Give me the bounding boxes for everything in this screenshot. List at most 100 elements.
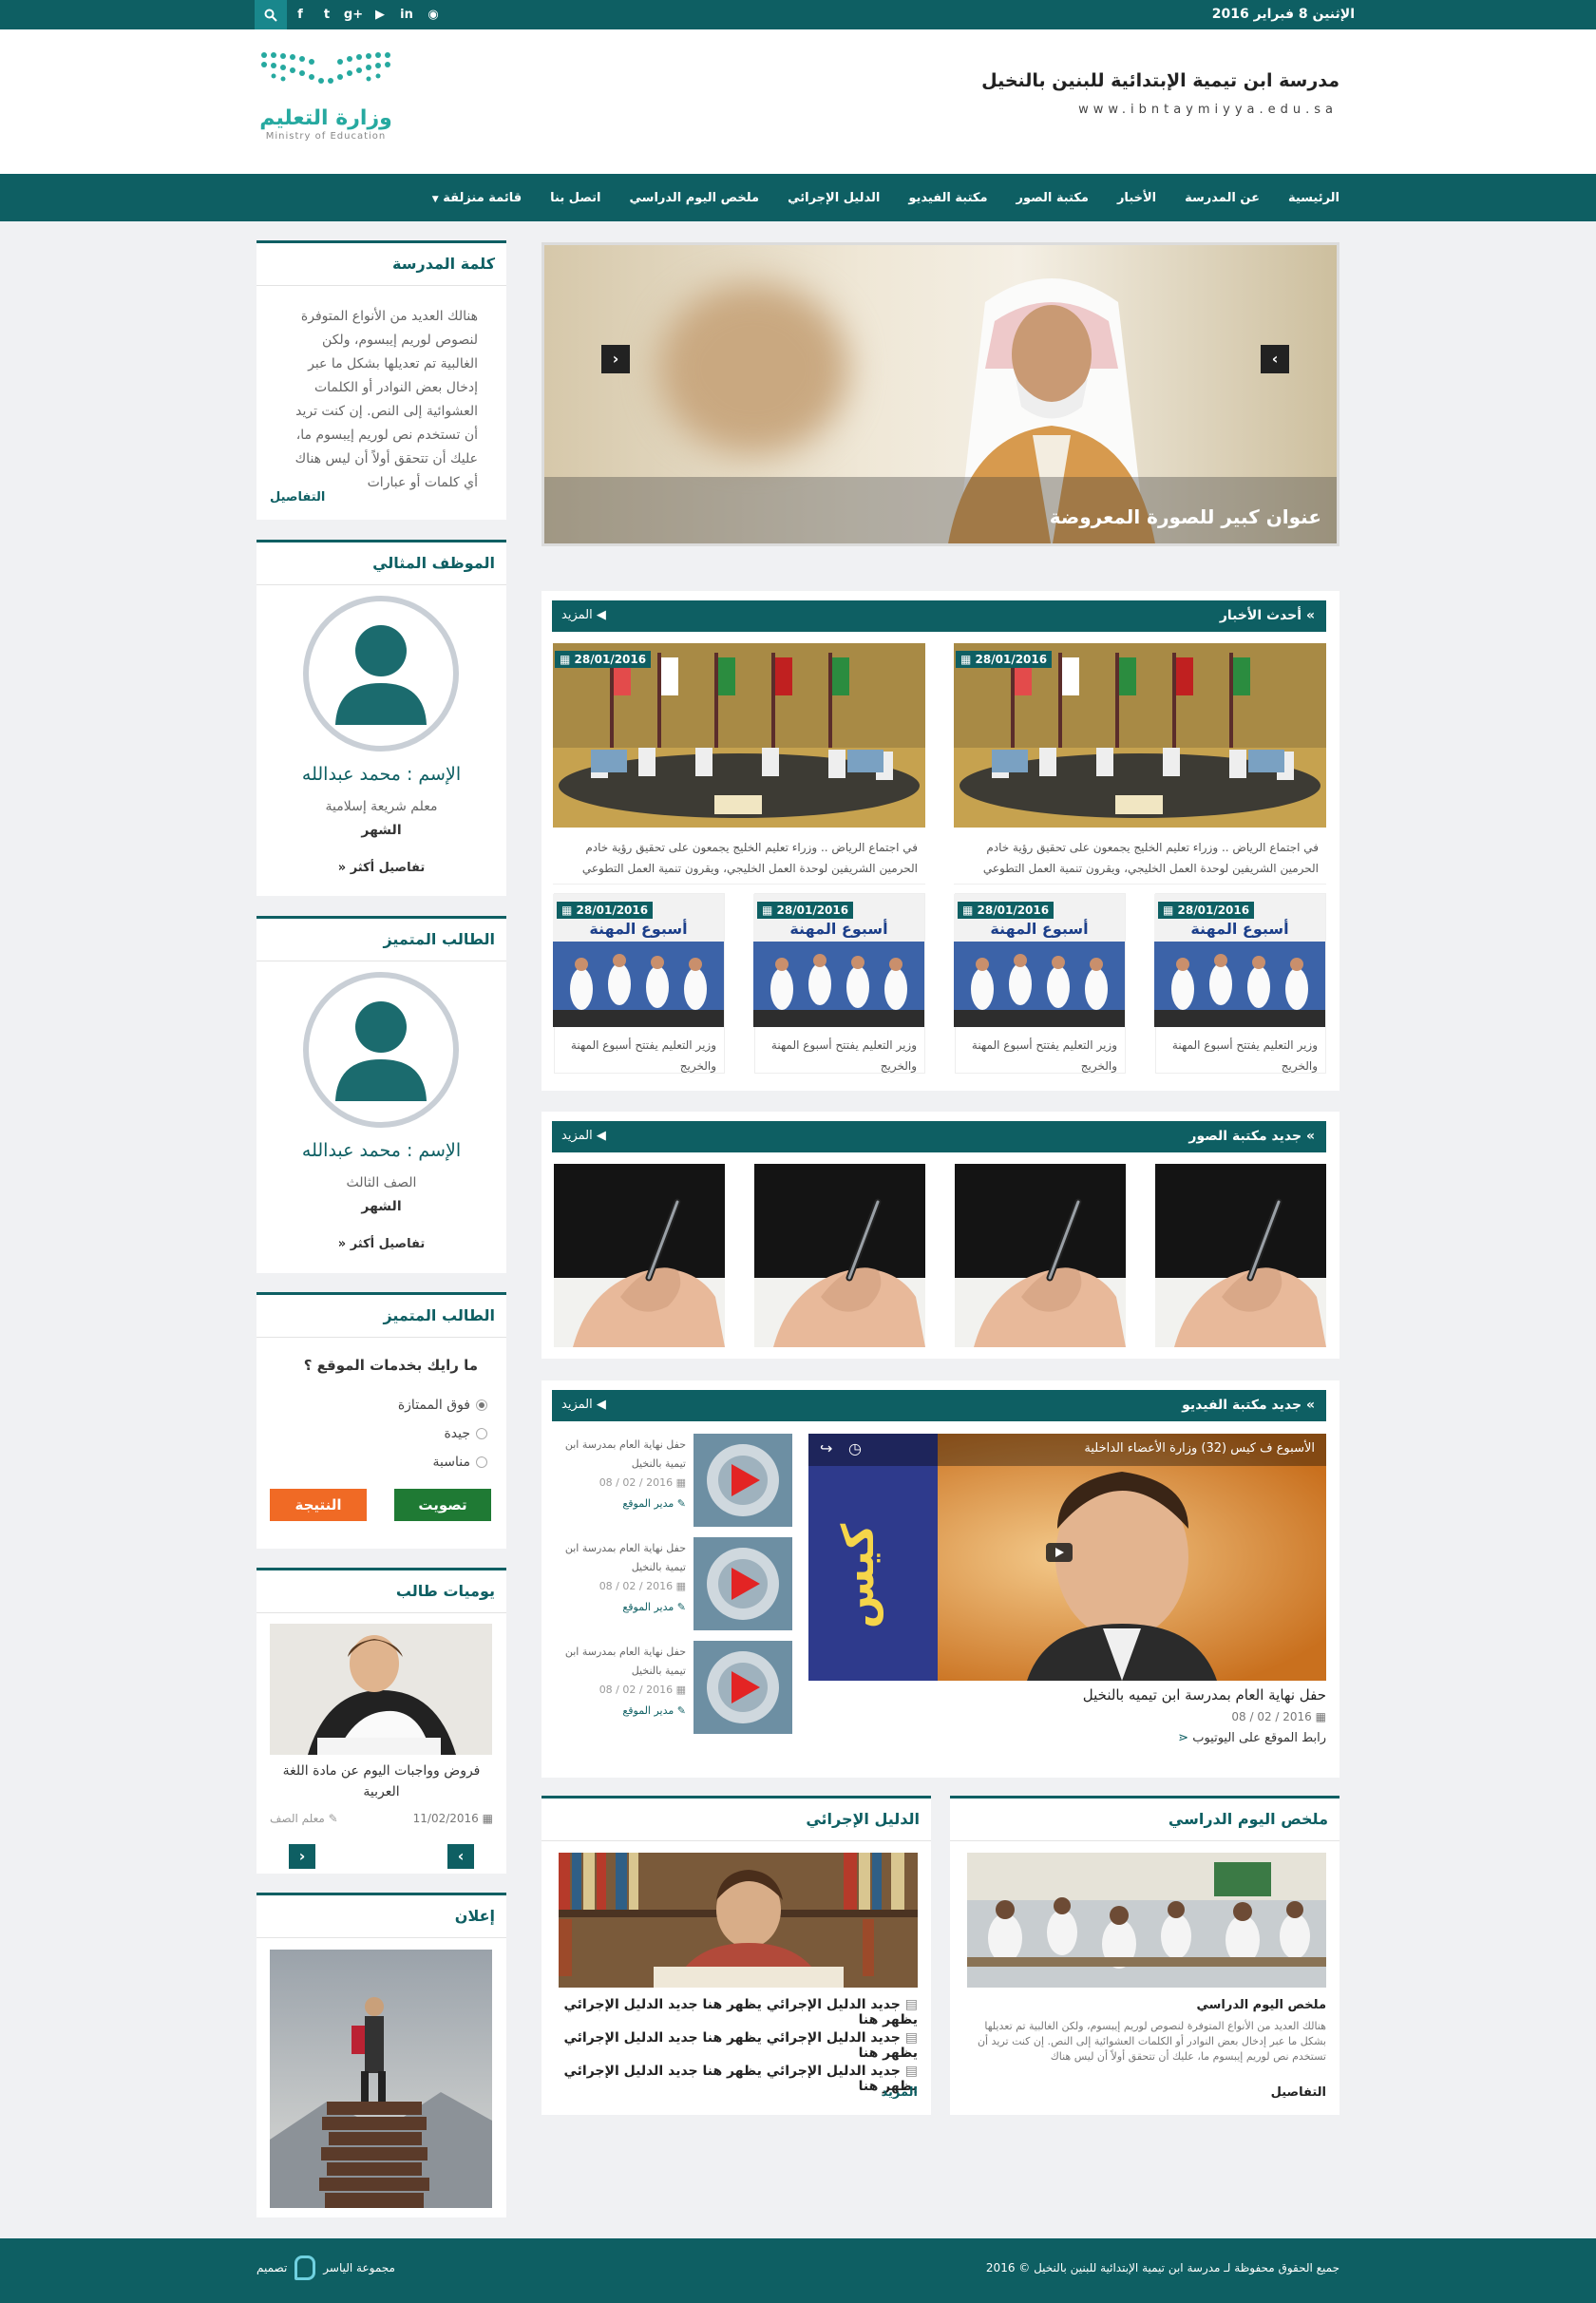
news-small-item[interactable]: أسبوع المهنة ▦ 28/01/2016 وزير التعليم يفت… <box>1154 893 1326 1074</box>
diary-date: ▦ 11/02/2016 <box>413 1812 493 1825</box>
nav-contact[interactable]: اتصل بنا <box>550 191 600 205</box>
facebook-icon[interactable]: f <box>287 8 314 22</box>
poll-option-1[interactable]: فوق الممتازة <box>398 1398 487 1413</box>
radio[interactable] <box>476 1456 487 1468</box>
svg-text:كيس: كيس <box>832 1523 884 1628</box>
news-more-link[interactable]: ◀ المزيد <box>561 608 606 622</box>
gallery-photo[interactable] <box>554 1164 725 1347</box>
calendar-icon: ▦ <box>960 653 972 666</box>
panel-title: الموظف المثالي <box>372 554 495 572</box>
video-list-item[interactable]: حفل نهاية العام بمدرسة ابن تيمية بالنخيل… <box>555 1434 792 1527</box>
footer-designer[interactable]: مجموعة الياسر تصميم <box>256 2255 395 2280</box>
guide-image[interactable] <box>559 1853 918 1988</box>
main-video-player[interactable]: كيس الأسبوع ف كيس (32) وزارة الأعضاء الد… <box>808 1434 1326 1681</box>
nav-summary[interactable]: ملخص اليوم الدراسي <box>630 191 760 205</box>
news-date: ▦ 28/01/2016 <box>757 902 854 919</box>
news-title-text: أحدث الأخبار <box>1219 608 1302 623</box>
ministry-logo[interactable]: وزارة التعليم Ministry of Education <box>255 49 397 156</box>
guide-link[interactable]: ▤ جديد الدليل الإجرائي يظهر هنا جديد الد… <box>542 2030 919 2061</box>
ad-image[interactable] <box>270 1950 492 2208</box>
news-small-item[interactable]: أسبوع المهنة ▦ 28/01/2016 وزير التعليم يفت… <box>954 893 1126 1074</box>
guide-more-link[interactable]: المزيد <box>881 2085 918 2100</box>
video-overlay-title: الأسبوع ف كيس (32) وزارة الأعضاء الداخلي… <box>1084 1441 1315 1456</box>
poll-option-label: فوق الممتازة <box>397 1398 470 1413</box>
gallery-photo[interactable] <box>955 1164 1126 1347</box>
nav-dropdown[interactable]: قائمة منزلقة ▼ <box>432 191 522 205</box>
slider-next-button[interactable]: › <box>1261 345 1289 373</box>
nav-videos[interactable]: مكتبة الفيديو <box>908 191 987 205</box>
guide-link[interactable]: ▤ جديد الدليل الإجرائي يظهر هنا جديد الد… <box>542 1997 919 2027</box>
video-list-item[interactable]: حفل نهاية العام بمدرسة ابن تيمية بالنخيل… <box>555 1641 792 1734</box>
employee-period: الشهر <box>361 823 402 838</box>
main-video-title[interactable]: حفل نهاية العام بمدرسة ابن تيميه بالنخيل <box>1083 1686 1326 1703</box>
edit-icon: ✎ <box>676 1497 686 1510</box>
diary-next-button[interactable]: › <box>447 1844 474 1869</box>
poll-option-label: مناسبة <box>432 1455 470 1470</box>
panel-divider <box>256 285 506 286</box>
google-plus-icon[interactable]: g+ <box>340 8 367 22</box>
panel-divider <box>950 1840 1340 1841</box>
search-icon[interactable] <box>255 0 287 29</box>
calendar-icon: ▦ <box>675 1580 686 1592</box>
poll-option-3[interactable]: مناسبة <box>433 1455 487 1470</box>
panel-divider <box>256 1337 506 1338</box>
social-links: f t g+ ▶ in ◉ <box>255 0 446 29</box>
news-image <box>954 643 1326 828</box>
radio[interactable] <box>476 1428 487 1439</box>
youtube-link[interactable]: رابط الموقع على اليوتيوب ⋖ <box>1178 1731 1326 1745</box>
summary-image[interactable] <box>967 1853 1326 1988</box>
designer-name: مجموعة الياسر <box>323 2261 395 2274</box>
school-name[interactable]: مدرسة ابن تيمية الإبتدائية للبنين بالنخي… <box>981 70 1340 91</box>
news-big-item[interactable]: ▦ 28/01/2016 في اجتماع الرياض .. وزراء ت… <box>553 643 925 885</box>
videos-more-link[interactable]: ◀ المزيد <box>561 1398 606 1412</box>
main-slider[interactable]: عنوان كبير للصورة المعروضة ‹ › <box>542 242 1340 546</box>
guide-link[interactable]: ▤ جديد الدليل الإجرائي يظهر هنا جديد الد… <box>542 2064 919 2094</box>
radio-checked[interactable] <box>476 1399 487 1411</box>
news-small-item[interactable]: أسبوع المهنة ▦ 28/01/2016 وزير التعليم يفت… <box>753 893 925 1074</box>
gallery-photo[interactable] <box>1155 1164 1326 1347</box>
news-date-text: 28/01/2016 <box>1177 904 1250 917</box>
school-word-panel: كلمة المدرسة هنالك العديد من الأنواع الم… <box>256 240 506 520</box>
nav-about[interactable]: عن المدرسة <box>1185 191 1260 205</box>
news-big-item[interactable]: ▦ 28/01/2016 في اجتماع الرياض .. وزراء ت… <box>954 643 1326 885</box>
linkedin-icon[interactable]: in <box>393 8 420 22</box>
news-image <box>553 643 925 828</box>
news-caption: وزير التعليم يفتتح أسبوع المهنة والخريج <box>1171 1038 1318 1073</box>
double-chevron-icon: « <box>337 1237 347 1251</box>
slider-prev-button[interactable]: ‹ <box>601 345 630 373</box>
student-more-link[interactable]: تفاصيل أكثر « <box>256 1237 506 1251</box>
news-small-item[interactable]: أسبوع المهنة ▦ 28/01/2016 وزير التعليم يفت… <box>553 893 725 1074</box>
nav-news[interactable]: الأخبار <box>1117 191 1156 205</box>
youtube-icon[interactable]: ▶ <box>367 8 393 22</box>
school-word-more-link[interactable]: التفاصيل <box>270 490 325 504</box>
video-list-item[interactable]: حفل نهاية العام بمدرسة ابن تيمية بالنخيل… <box>555 1537 792 1630</box>
nav-guide[interactable]: الدليل الإجرائي <box>788 191 880 205</box>
twitter-icon[interactable]: t <box>314 8 340 22</box>
summary-text: هنالك العديد من الأنواع المتوفرة لنصوص ل… <box>977 2020 1326 2063</box>
photos-title: » جديد مكتبة الصور <box>1188 1129 1315 1144</box>
clock-icon[interactable]: ◷ <box>848 1439 862 1457</box>
result-button[interactable]: النتيجة <box>270 1489 367 1521</box>
poll-option-2[interactable]: جيدة <box>444 1426 487 1441</box>
photos-more-label: المزيد <box>561 1129 593 1143</box>
vote-button[interactable]: تصويت <box>394 1489 491 1521</box>
diary-caption[interactable]: فروض وواجبات اليوم عن مادة اللغة العربية <box>270 1761 493 1802</box>
video-list-title: حفل نهاية العام بمدرسة ابن تيمية بالنخيل <box>564 1646 686 1677</box>
photos-more-link[interactable]: ◀ المزيد <box>561 1129 606 1143</box>
rss-icon[interactable]: ◉ <box>420 8 446 22</box>
header <box>0 29 1596 174</box>
summary-more-link[interactable]: التفاصيل <box>1271 2085 1326 2100</box>
diary-image[interactable] <box>270 1624 492 1755</box>
top-bar <box>0 0 1596 29</box>
gallery-photo[interactable] <box>754 1164 925 1347</box>
nav-photos[interactable]: مكتبة الصور <box>1016 191 1089 205</box>
video-list-author-text: مدير الموقع <box>622 1601 674 1613</box>
nav-home[interactable]: الرئيسية <box>1288 191 1340 205</box>
share-icon[interactable]: ↪ <box>820 1439 832 1457</box>
diary-prev-button[interactable]: ‹ <box>289 1844 315 1869</box>
student-grade: الصف الثالث <box>346 1175 417 1190</box>
calendar-icon: ▦ <box>1163 904 1174 917</box>
student-name: الإسم : محمد عبدالله <box>301 1140 462 1161</box>
employee-more-link[interactable]: تفاصيل أكثر « <box>256 861 506 875</box>
news-section: » أحدث الأخبار ◀ المزيد ▦ 28/01/2016 في … <box>542 591 1340 1091</box>
